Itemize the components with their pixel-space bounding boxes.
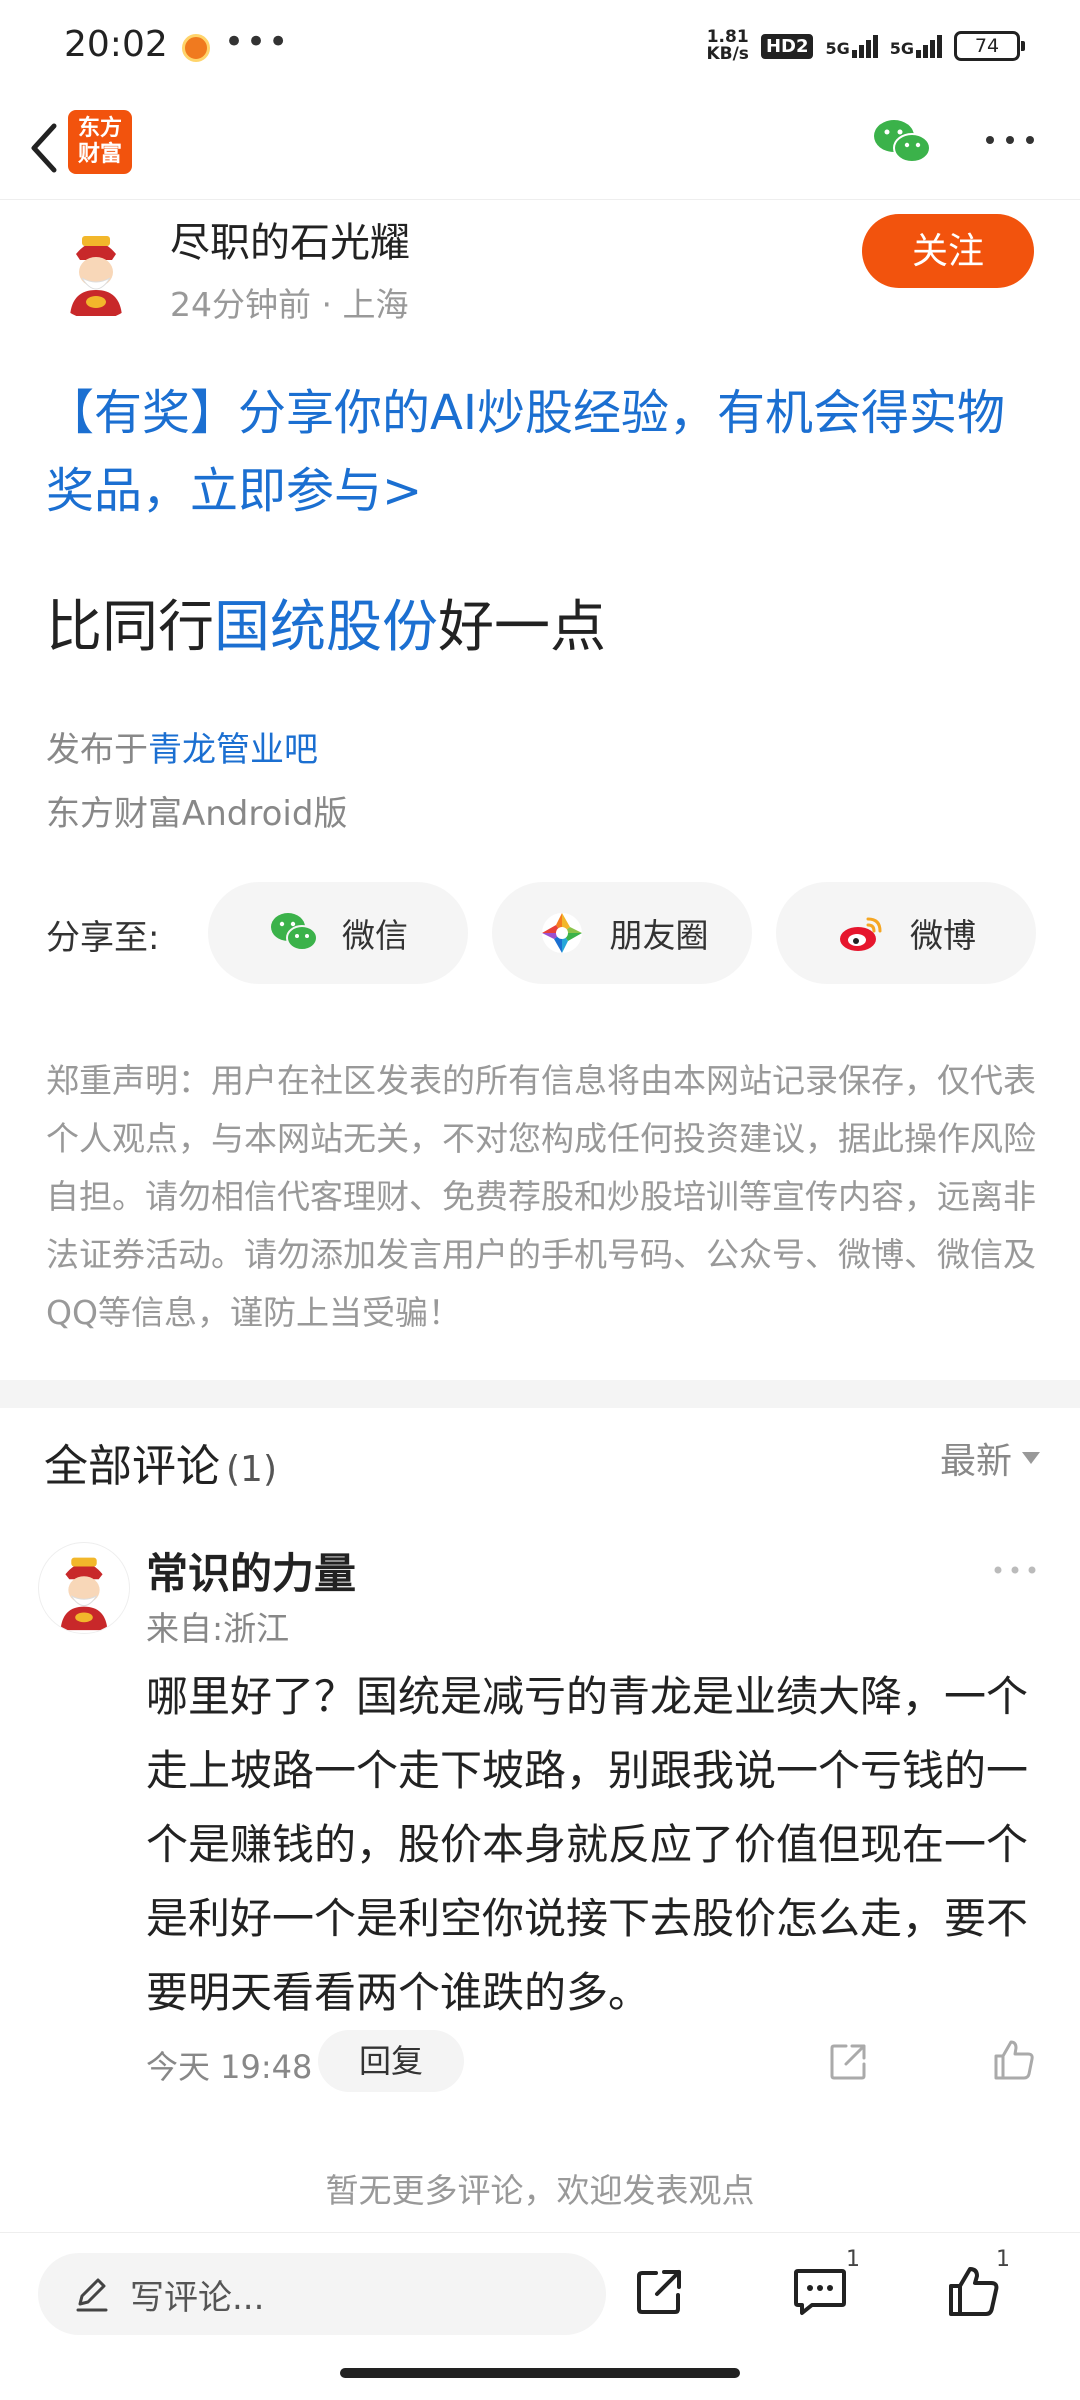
share-icon[interactable]	[630, 2263, 688, 2321]
post-title: 比同行国统股份好一点	[46, 582, 606, 663]
network-type-2: 5G	[889, 38, 914, 58]
no-more-comments: 暂无更多评论，欢迎发表观点	[325, 2171, 755, 2210]
comment-text: 哪里好了？国统是减亏的青龙是业绩大降，一个走上坡路一个走下坡路，别跟我说一个亏钱…	[146, 1672, 1029, 2017]
weibo-icon	[840, 917, 882, 951]
status-bar: 20:02 ••• 1.81 KB/s HD2 5G 5G 74	[0, 0, 1080, 96]
top-nav: 东方 财富	[0, 96, 1080, 200]
author-name[interactable]: 尽职的石光耀	[170, 210, 410, 268]
share-weibo-button[interactable]: 微博	[776, 882, 1036, 984]
network-speed: 1.81 KB/s	[706, 29, 748, 63]
pencil-icon	[76, 2278, 108, 2312]
author-avatar[interactable]	[46, 220, 146, 320]
sort-dropdown[interactable]: 最新	[940, 1432, 1040, 1484]
comments-count: (1)	[226, 1449, 277, 1490]
comment-icon[interactable]	[790, 2263, 850, 2321]
like-count: 1	[996, 2247, 1010, 2272]
stock-link[interactable]: 国统股份	[214, 595, 438, 660]
wechat-share-icon[interactable]	[870, 114, 934, 170]
commenter-location: 来自:浙江	[146, 1609, 290, 1648]
share-wechat-button[interactable]: 微信	[208, 882, 468, 984]
notification-app-icon	[182, 34, 210, 62]
comments-header: 全部评论 (1)	[44, 1430, 277, 1494]
status-time: 20:02	[64, 24, 168, 65]
meta-separator: ·	[321, 285, 343, 324]
signal-icon-2: 5G	[889, 34, 942, 58]
moments-icon	[541, 913, 582, 953]
chevron-down-icon	[1022, 1452, 1040, 1464]
status-indicators: 1.81 KB/s HD2 5G 5G 74	[706, 26, 1025, 66]
bottom-action-bar: 写评论... 1 1	[0, 2232, 1080, 2356]
comment-count: 1	[846, 2247, 860, 2272]
publish-info: 发布于青龙管业吧	[46, 722, 318, 771]
publish-prefix: 发布于	[46, 730, 148, 770]
share-wechat-label: 微信	[342, 916, 408, 955]
comment-like-icon[interactable]	[990, 2036, 1038, 2084]
more-notifications-icon: •••	[224, 22, 291, 62]
post-location: 上海	[342, 285, 409, 324]
share-moments-button[interactable]: 朋友圈	[492, 882, 752, 984]
section-divider	[0, 1380, 1080, 1408]
post-meta: 24分钟前 · 上海	[170, 278, 408, 326]
wechat-icon	[271, 913, 318, 951]
app-logo[interactable]: 东方 财富	[68, 110, 132, 174]
title-suffix: 好一点	[438, 595, 606, 660]
comments-title: 全部评论	[44, 1441, 220, 1492]
home-indicator[interactable]	[340, 2368, 740, 2378]
write-comment-placeholder: 写评论...	[130, 2277, 265, 2318]
battery-icon: 74	[954, 31, 1025, 61]
network-speed-unit: KB/s	[706, 44, 749, 64]
share-weibo-label: 微博	[910, 916, 976, 955]
app-logo-line1: 东方	[77, 116, 122, 141]
comment-time: 今天 19:48	[146, 2048, 313, 2086]
disclaimer-text: 郑重声明：用户在社区发表的所有信息将由本网站记录保存，仅代表个人观点，与本网站无…	[46, 1061, 1036, 1332]
more-options-icon[interactable]	[980, 120, 1040, 160]
title-prefix: 比同行	[46, 595, 214, 660]
share-label: 分享至:	[46, 918, 160, 958]
network-type-1: 5G	[825, 38, 850, 58]
commenter-avatar[interactable]	[38, 1542, 130, 1634]
sort-label: 最新	[939, 1441, 1012, 1482]
follow-button[interactable]: 关注	[862, 214, 1034, 288]
client-info: 东方财富Android版	[46, 794, 348, 834]
signal-icon: 5G	[825, 34, 878, 58]
commenter-name[interactable]: 常识的力量	[146, 1540, 356, 1601]
comment-more-icon[interactable]	[990, 1562, 1040, 1578]
post-time: 24分钟前	[170, 285, 311, 324]
comment-share-icon[interactable]	[824, 2038, 872, 2086]
back-arrow-icon[interactable]	[20, 112, 70, 182]
bar-link[interactable]: 青龙管业吧	[148, 730, 318, 770]
app-logo-line2: 财富	[77, 142, 122, 167]
promo-link[interactable]: 【有奖】分享你的AI炒股经验，有机会得实物奖品，立即参与>	[46, 374, 1036, 530]
write-comment-input[interactable]: 写评论...	[38, 2253, 606, 2335]
reply-button[interactable]: 回复	[318, 2030, 464, 2092]
share-moments-label: 朋友圈	[609, 916, 709, 955]
like-icon[interactable]	[944, 2261, 1004, 2321]
hd-voice-icon: HD2	[760, 33, 814, 59]
